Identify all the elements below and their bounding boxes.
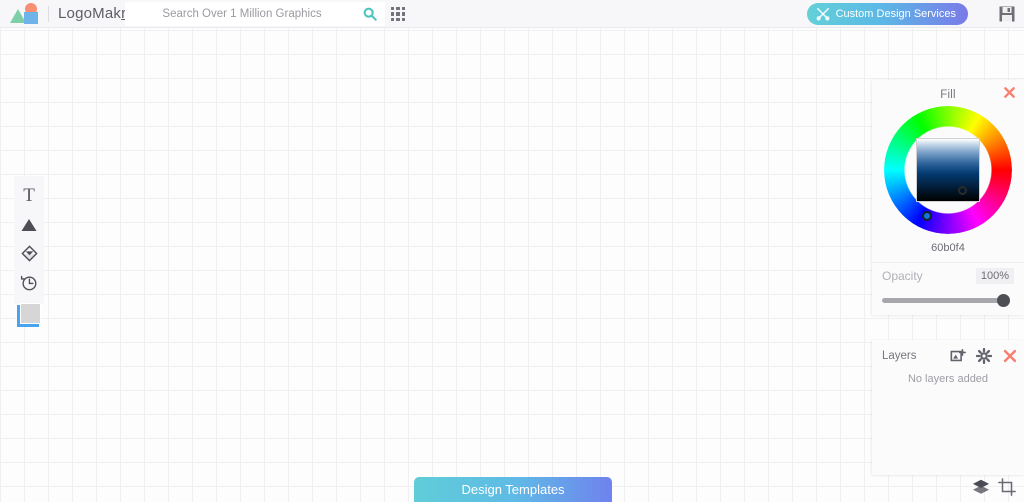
layers-panel-title: Layers (882, 350, 917, 362)
layers-stack-icon[interactable] (972, 478, 990, 496)
color-swatch-stack[interactable] (17, 303, 43, 329)
text-T-icon: T (23, 185, 35, 206)
sidebar-item-fill-tool[interactable] (14, 239, 44, 268)
design-canvas[interactable] (0, 28, 1024, 502)
brand-name-text: LogoMak (58, 5, 122, 22)
apps-dot (396, 17, 400, 21)
search-bar[interactable] (125, 2, 385, 26)
logo-square-icon (24, 11, 38, 24)
header-divider (48, 5, 49, 22)
logomakr-app: LogoMakr Custom Design Services (0, 0, 1024, 502)
apps-dot (396, 7, 400, 11)
opacity-slider-thumb[interactable] (997, 294, 1010, 307)
search-input[interactable] (125, 2, 385, 26)
saturation-value-square[interactable] (916, 138, 980, 202)
layers-empty-message: No layers added (907, 373, 989, 385)
opacity-row: Opacity 100% (882, 268, 1014, 284)
diamond-fill-icon (20, 245, 38, 262)
logomakr-logo[interactable] (8, 2, 44, 26)
sv-marker-handle[interactable] (958, 186, 967, 195)
search-icon[interactable] (363, 7, 377, 21)
layers-panel-header: Layers (882, 348, 1018, 364)
hamburger-menu-icon[interactable] (975, 5, 993, 23)
fill-panel-divider (872, 262, 1024, 263)
scissors-icon (816, 7, 830, 21)
gear-icon[interactable] (976, 348, 992, 364)
swatch-front-layer[interactable] (20, 303, 41, 324)
sidebar-item-shapes-tool[interactable] (14, 210, 44, 239)
top-header-bar: LogoMakr Custom Design Services (0, 0, 1024, 28)
layers-panel: Layers No layers added (872, 340, 1024, 475)
add-image-icon[interactable] (950, 348, 966, 364)
custom-design-services-button[interactable]: Custom Design Services (806, 3, 968, 25)
sidebar-item-text-tool[interactable]: T (14, 181, 44, 210)
fill-panel-title: Fill (940, 89, 956, 101)
clock-history-icon (20, 275, 37, 290)
crop-icon[interactable] (998, 478, 1016, 496)
apps-grid-icon[interactable] (391, 7, 405, 21)
apps-dot (396, 12, 400, 16)
opacity-label: Opacity (882, 269, 923, 283)
floppy-disk-save-icon[interactable] (998, 5, 1016, 23)
apps-dot (401, 12, 405, 16)
triangle-icon (21, 218, 37, 231)
layers-panel-close-icon[interactable] (1002, 348, 1018, 364)
opacity-value[interactable]: 100% (975, 268, 1014, 284)
apps-dot (401, 17, 405, 21)
fill-panel: Fill 60b0f4 Opacity 100% (872, 80, 1024, 315)
hue-marker-handle[interactable] (922, 211, 932, 221)
design-templates-button[interactable]: Design Templates (414, 477, 612, 502)
left-tool-palette: T (14, 176, 44, 304)
apps-dot (401, 7, 405, 11)
fill-panel-close-icon[interactable] (1003, 86, 1016, 99)
custom-design-services-label: Custom Design Services (835, 8, 956, 20)
apps-dot (391, 17, 395, 21)
color-wheel-picker[interactable] (884, 106, 1012, 234)
apps-dot (391, 12, 395, 16)
brand-name[interactable]: LogoMakr (58, 5, 126, 22)
opacity-slider[interactable] (882, 294, 1010, 307)
sidebar-item-history-tool[interactable] (14, 268, 44, 297)
fill-hex-value[interactable]: 60b0f4 (872, 242, 1024, 254)
apps-dot (391, 7, 395, 11)
